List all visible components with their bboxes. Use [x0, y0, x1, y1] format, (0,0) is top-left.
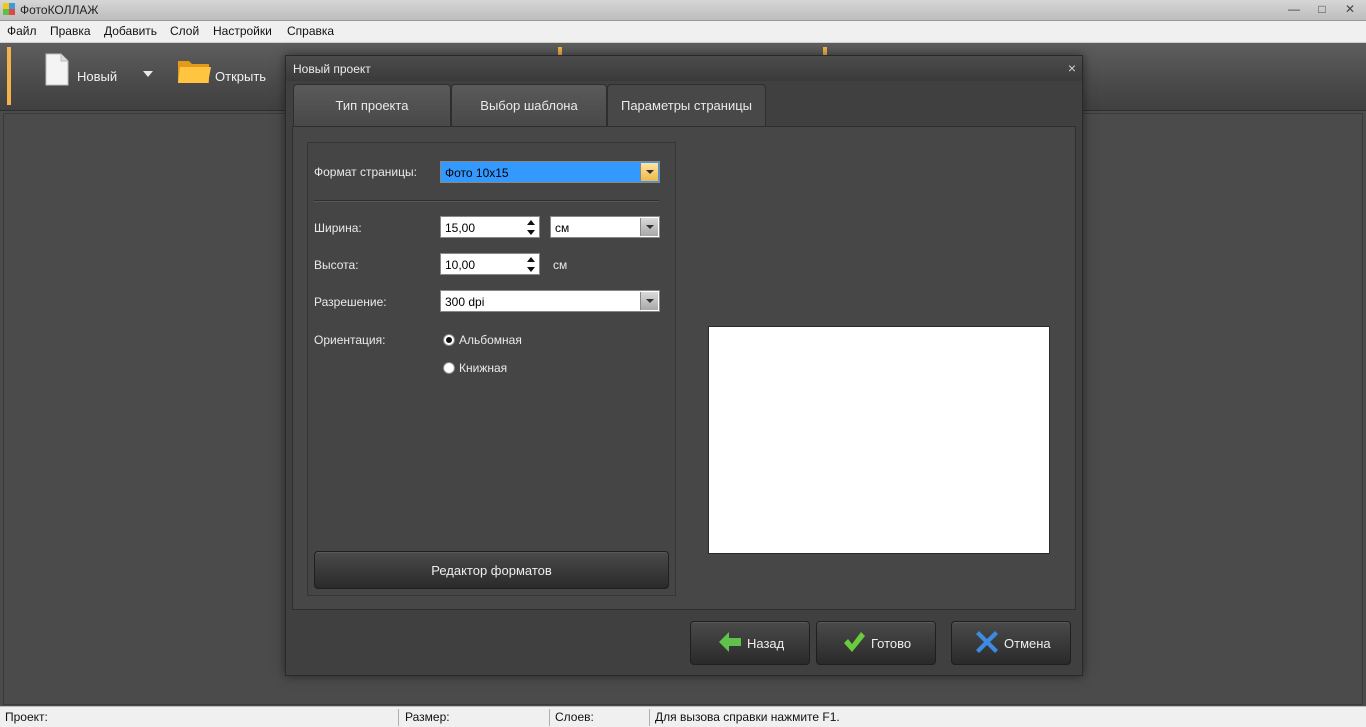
resolution-select[interactable]: 300 dpi	[440, 290, 660, 312]
new-button[interactable]: Новый	[40, 53, 160, 95]
format-editor-label: Редактор форматов	[431, 563, 552, 578]
format-select[interactable]: Фото 10x15	[440, 161, 660, 183]
params-form: Формат страницы: Фото 10x15 Ширина: 15,0…	[307, 142, 676, 596]
height-unit-label: см	[553, 258, 568, 272]
dialog-title: Новый проект	[293, 62, 371, 76]
status-bar: Проект: Размер: Слоев: Для вызова справк…	[0, 706, 1366, 727]
menu-layer[interactable]: Слой	[170, 24, 199, 38]
tab-template-choice[interactable]: Выбор шаблона	[451, 84, 607, 127]
format-editor-button[interactable]: Редактор форматов	[314, 551, 669, 589]
open-button[interactable]: Открыть	[176, 53, 276, 95]
width-label: Ширина:	[314, 221, 362, 235]
width-value: 15,00	[445, 221, 476, 235]
new-document-icon	[45, 53, 69, 86]
status-hint: Для вызова справки нажмите F1.	[655, 710, 840, 724]
unit-value: см	[555, 221, 570, 235]
window-title: ФотоКОЛЛАЖ	[20, 3, 99, 17]
landscape-radio[interactable]	[443, 334, 455, 346]
menu-edit[interactable]: Правка	[50, 24, 91, 38]
done-button[interactable]: Готово	[816, 621, 936, 665]
width-spinbox[interactable]: 15,00	[440, 216, 540, 238]
status-separator	[549, 709, 550, 726]
tab-page-params[interactable]: Параметры страницы	[607, 84, 766, 128]
menu-settings[interactable]: Настройки	[213, 24, 272, 38]
new-button-label: Новый	[77, 69, 118, 84]
page-params-panel: Формат страницы: Фото 10x15 Ширина: 15,0…	[292, 126, 1076, 610]
chevron-down-icon[interactable]	[143, 71, 153, 77]
status-project: Проект:	[5, 710, 48, 724]
window-titlebar: ФотоКОЛЛАЖ — □ ✕	[0, 0, 1366, 21]
status-separator	[649, 709, 650, 726]
minimize-button[interactable]: —	[1280, 0, 1308, 18]
arrow-left-icon	[719, 632, 741, 652]
resolution-value: 300 dpi	[445, 295, 485, 309]
orientation-label: Ориентация:	[314, 333, 386, 347]
format-value: Фото 10x15	[445, 166, 509, 180]
close-x-icon	[976, 631, 998, 653]
page-preview	[708, 326, 1050, 554]
folder-icon	[178, 61, 211, 83]
status-layers: Слоев:	[555, 710, 594, 724]
menu-file[interactable]: Файл	[7, 24, 37, 38]
new-project-dialog: Новый проект × Тип проекта Выбор шаблона…	[285, 55, 1083, 676]
chevron-down-icon[interactable]	[640, 218, 658, 236]
close-window-button[interactable]: ✕	[1336, 0, 1364, 18]
status-separator	[398, 709, 399, 726]
open-button-label: Открыть	[215, 69, 267, 84]
dialog-titlebar: Новый проект ×	[286, 56, 1082, 81]
menu-add[interactable]: Добавить	[104, 24, 157, 38]
toolbar-accent	[7, 47, 11, 105]
tab-project-type[interactable]: Тип проекта	[293, 84, 451, 127]
toolbar-separator	[558, 47, 562, 55]
portrait-label[interactable]: Книжная	[459, 361, 507, 375]
chevron-down-icon[interactable]	[640, 163, 658, 181]
checkmark-icon	[844, 632, 865, 652]
spinner-arrows-icon[interactable]	[525, 255, 537, 274]
landscape-label[interactable]: Альбомная	[459, 333, 522, 347]
menu-bar: Файл Правка Добавить Слой Настройки Спра…	[0, 21, 1366, 43]
unit-select[interactable]: см	[550, 216, 660, 238]
status-size: Размер:	[405, 710, 450, 724]
height-label: Высота:	[314, 258, 359, 272]
toolbar-separator	[823, 47, 827, 55]
spinner-arrows-icon[interactable]	[525, 218, 537, 237]
height-spinbox[interactable]: 10,00	[440, 253, 540, 275]
cancel-button-label: Отмена	[1004, 636, 1051, 651]
app-logo-icon	[3, 3, 15, 15]
back-button[interactable]: Назад	[690, 621, 810, 665]
maximize-button[interactable]: □	[1308, 0, 1336, 18]
menu-help[interactable]: Справка	[287, 24, 334, 38]
cancel-button[interactable]: Отмена	[951, 621, 1071, 665]
format-label: Формат страницы:	[314, 165, 417, 179]
back-button-label: Назад	[747, 636, 785, 651]
chevron-down-icon[interactable]	[640, 292, 658, 310]
form-divider	[314, 200, 659, 202]
done-button-label: Готово	[871, 636, 912, 651]
portrait-radio[interactable]	[443, 362, 455, 374]
resolution-label: Разрешение:	[314, 295, 387, 309]
height-value: 10,00	[445, 258, 476, 272]
dialog-close-button[interactable]: ×	[1068, 60, 1076, 76]
